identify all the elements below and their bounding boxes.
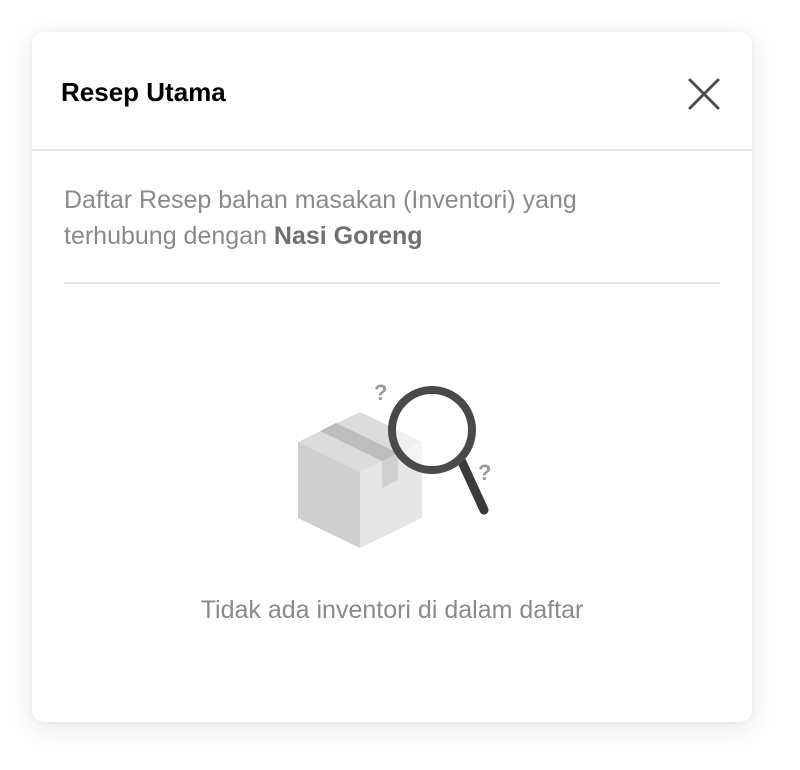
- modal-description: Daftar Resep bahan masakan (Inventori) y…: [64, 182, 684, 254]
- modal-title: Resep Utama: [61, 77, 226, 107]
- svg-text:?: ?: [478, 460, 491, 485]
- close-button[interactable]: [684, 74, 724, 114]
- content-divider: [64, 282, 720, 284]
- empty-state-message: Tidak ada inventori di dalam daftar: [200, 596, 584, 624]
- empty-state-illustration: ? ?: [290, 372, 500, 552]
- recipe-modal: Resep Utama Daftar Resep bahan masakan (…: [32, 32, 752, 722]
- linked-menu-name: Nasi Goreng: [273, 222, 423, 250]
- svg-text:?: ?: [374, 380, 387, 405]
- modal-header: Resep Utama: [32, 32, 752, 151]
- close-icon: [688, 78, 720, 110]
